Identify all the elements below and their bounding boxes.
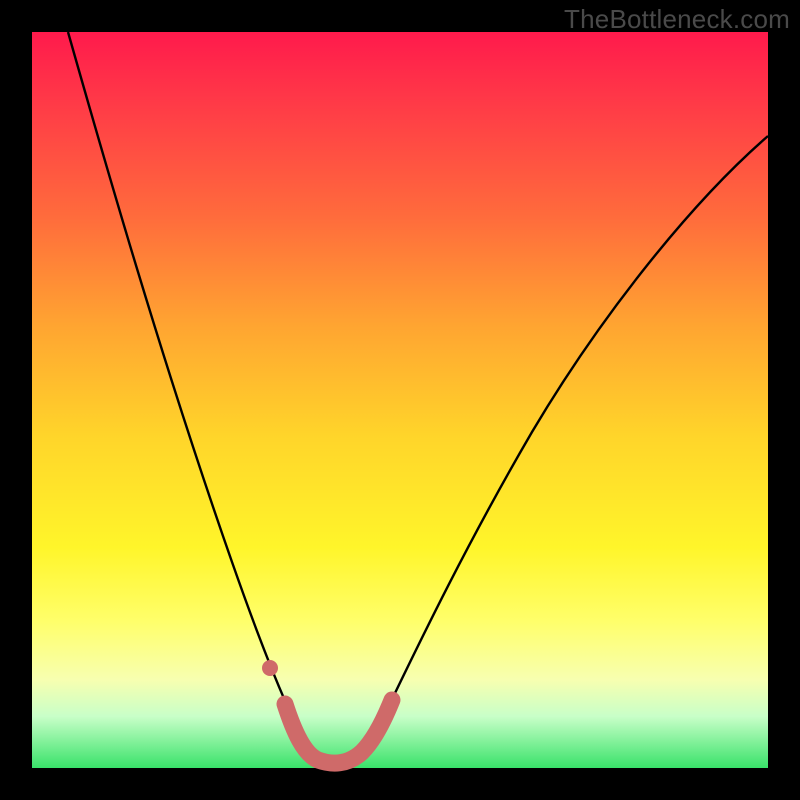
plot-area — [32, 32, 768, 768]
watermark-text: TheBottleneck.com — [564, 4, 790, 35]
bottleneck-curve — [68, 32, 768, 762]
marker-valley — [285, 700, 392, 763]
marker-dot — [262, 660, 278, 676]
curve-layer — [32, 32, 768, 768]
chart-frame: TheBottleneck.com — [0, 0, 800, 800]
